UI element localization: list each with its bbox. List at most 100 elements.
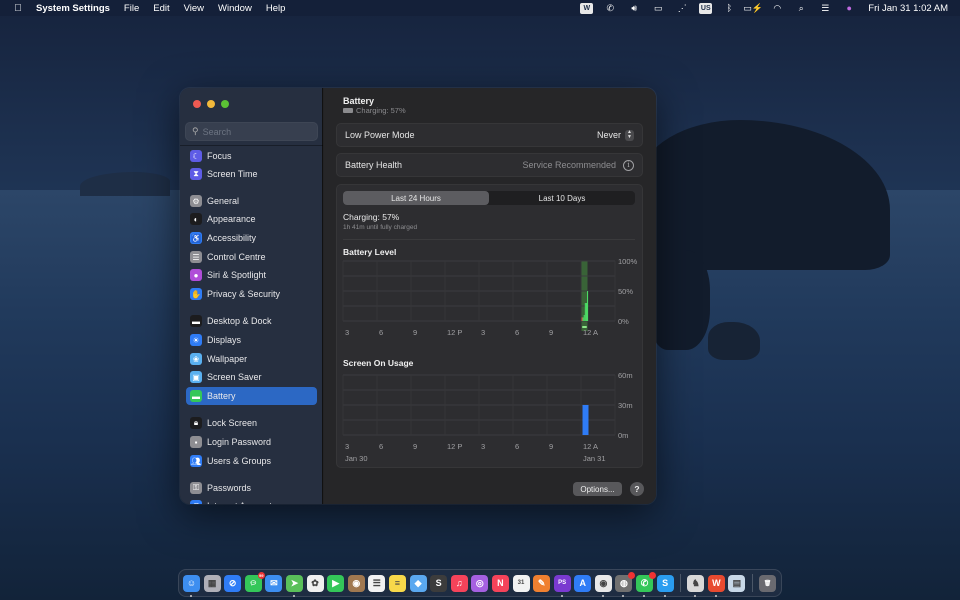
dock-app-skype[interactable]: S [656,574,674,597]
menu-view[interactable]: View [184,3,204,14]
sidebar-item-focus[interactable]: ☾ Focus [186,147,317,165]
wallpaper-island [640,120,890,270]
dock-app-whatsapp[interactable]: ✆ [636,571,657,597]
sidebar-item-general[interactable]: ⚙ General [186,192,317,210]
dock-app-music[interactable]: ♫ [450,574,468,592]
dock-app-launchpad[interactable]: ▦ [203,574,221,592]
wps-icon[interactable]: W [580,2,594,14]
page-title: Battery [343,96,375,106]
sidebar-item-accessibility[interactable]: ♿ Accessibility [186,229,317,247]
battery-level-bar [582,317,584,321]
battery-level-bar [583,315,585,321]
menu-bar-clock[interactable]: Fri Jan 31 1:02 AM [868,3,948,14]
sidebar-item-privacy-security[interactable]: ✋ Privacy & Security [186,285,317,303]
brightness-icon[interactable]: ⋰ [675,2,689,14]
dock-app-phpstorm[interactable]: PS [553,574,571,597]
menu-window[interactable]: Window [218,3,252,14]
sidebar-item-label: General [207,196,240,206]
dock-app-messages[interactable]: 💬︎ 99 [244,571,265,592]
sidebar-item-siri-spotlight[interactable]: ● Siri & Spotlight [186,266,317,284]
menu-app-name[interactable]: System Settings [36,3,110,14]
sidebar-item-label: Appearance [207,214,256,224]
sidebar-item-desktop-dock[interactable]: ▬ Desktop & Dock [186,312,317,330]
skype-status-icon[interactable]: ✆ [603,2,617,14]
apple-menu-icon[interactable]:  [12,3,24,14]
zoom-window-button[interactable] [221,100,229,108]
dock-app-contacts[interactable]: ◉ [347,574,365,592]
sidebar-item-internet-accounts[interactable]: @ Internet Accounts [186,497,317,504]
safari-icon: ⊘ [228,577,237,588]
sidebar-item-users-groups[interactable]: 👥︎ Users & Groups [186,452,317,470]
sidebar-item-passwords[interactable]: ⚿ Passwords [186,479,317,497]
dock-app-image-viewer[interactable]: ▤ [728,574,746,592]
dock-app-maps[interactable]: ➤ [285,574,303,597]
launchpad-icon: ▦ [207,577,217,588]
sidebar-item-appearance[interactable]: ◐ Appearance [186,210,317,228]
wallpaper-island [80,172,170,196]
menu-file[interactable]: File [124,3,139,14]
dock-app-calendar[interactable]: 31 [512,574,530,592]
sidebar-item-screen-time[interactable]: ⧗ Screen Time [186,165,317,183]
dock-app-preview[interactable]: ◆ [409,574,427,592]
dock-app-notes[interactable]: ≡ [388,574,406,592]
focus-moon-icon: ☾ [190,150,202,162]
lock-screen-icon: 🔒︎ [190,417,202,429]
control-centre-icon[interactable]: ☰ [818,2,832,14]
dock-app-finder[interactable]: ☺ [183,574,200,597]
sidebar-item-displays[interactable]: ☀ Displays [186,331,317,349]
help-button[interactable]: ? [630,482,644,496]
sidebar-item-control-centre[interactable]: ☰ Control Centre [186,248,317,266]
battery-health-row: Battery Health Service Recommended i [337,154,642,176]
dock-app-safari[interactable]: ⊘ [224,574,242,592]
dock-app-activity-monitor[interactable]: ◍ [615,571,636,597]
dock-app-trash[interactable]: 🗑︎ [759,574,777,592]
battery-charging-icon[interactable]: ▭⚡ [743,2,763,14]
low-power-mode-value: Never [596,130,621,140]
sidebar-item-wallpaper[interactable]: ❀ Wallpaper [186,350,317,368]
finder-icon: ☺ [186,578,197,588]
sidebar-item-battery[interactable]: ▬ Battery [186,387,317,405]
tab-last-24-hours[interactable]: Last 24 Hours [343,191,489,205]
sidebar-item-lock-screen[interactable]: 🔒︎ Lock Screen [186,414,317,432]
minimize-window-button[interactable] [207,100,215,108]
dock-app-podcasts[interactable]: ◎ [471,574,489,592]
options-button[interactable]: Options... [573,482,622,496]
sidebar-item-login-password[interactable]: ▪ Login Password [186,433,317,451]
dock-app-chrome[interactable]: ◉ [594,574,612,597]
tab-last-10-days[interactable]: Last 10 Days [489,191,635,205]
dock-app-mail[interactable]: ✉ [265,574,283,592]
dock-app-sublime-text[interactable]: S [430,574,448,592]
maps-icon: ➤ [290,577,299,588]
running-indicator [643,594,646,597]
sidebar-search[interactable]: ⚲ [185,122,318,141]
volume-icon[interactable]: 🔊︎ [627,2,641,14]
search-input[interactable] [202,126,313,137]
sidebar-item-label: Battery [207,391,236,401]
dock-app-reminders[interactable]: ☰ [368,574,386,592]
battery-health-label: Battery Health [345,160,403,170]
bluetooth-icon[interactable]: ᛒ [722,2,736,14]
sidebar-list[interactable]: ☾ Focus ⧗ Screen Time ⚙ General ◐ Appearance ♿ Ac… [186,145,317,504]
sidebar-item-screen-saver[interactable]: ▣ Screen Saver [186,368,317,386]
page-subtitle: Charging: 57% [343,106,406,115]
siri-icon[interactable]: ● [842,2,856,14]
wps-office-icon: W [712,578,721,588]
dock-app-facetime[interactable]: ▶ [327,574,345,592]
wifi-icon[interactable]: ◠ [770,2,784,14]
keyboard-input-icon[interactable]: US [699,2,713,14]
dock-app-news[interactable]: N [491,574,509,592]
info-icon[interactable]: i [623,159,634,171]
dock-app-pages[interactable]: ✎ [533,574,551,592]
display-mirroring-icon[interactable]: ▭ [651,2,665,14]
x-tick-label: 12 A [583,328,598,337]
dock-app-wps-office[interactable]: W [707,574,725,597]
dock-app-sequel-ace[interactable]: ♞ [687,574,705,597]
dock-app-photos[interactable]: ✿ [306,574,324,592]
spotlight-search-icon[interactable]: ⌕ [794,2,808,14]
y-tick-label: 0% [618,317,629,326]
low-power-mode-select[interactable]: Never ▲ ▼ [596,129,634,141]
dock-app-app-store[interactable]: A [574,574,592,592]
menu-edit[interactable]: Edit [153,3,169,14]
close-window-button[interactable] [193,100,201,108]
menu-help[interactable]: Help [266,3,286,14]
